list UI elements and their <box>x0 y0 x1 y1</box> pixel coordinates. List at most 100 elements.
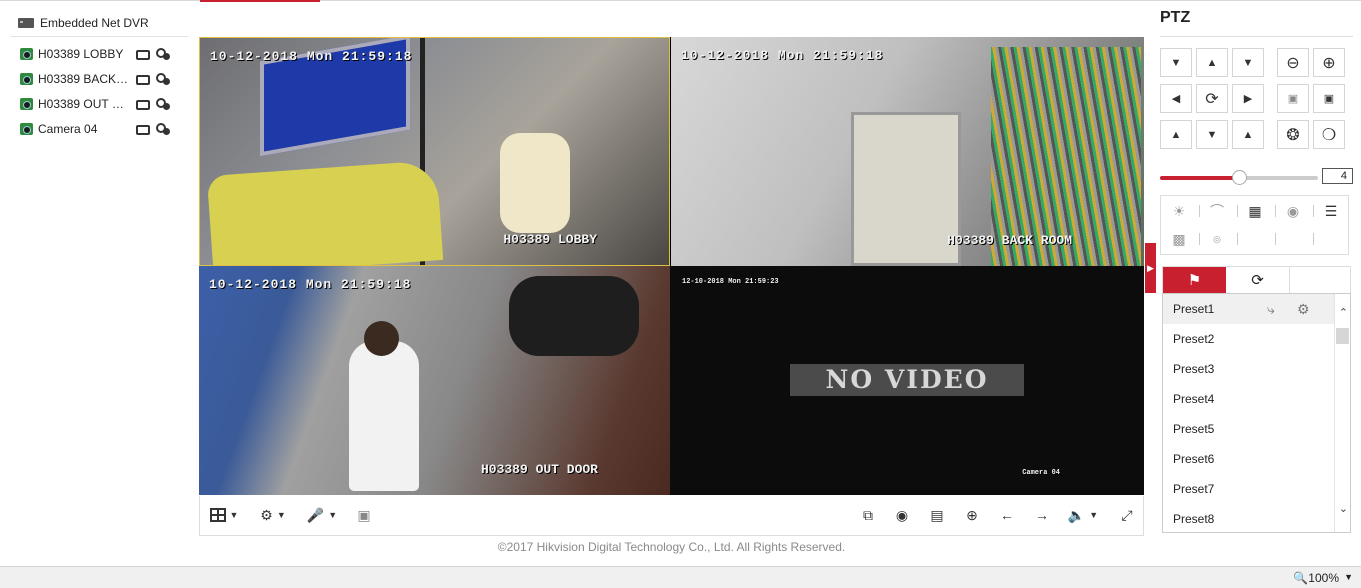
video-tile-out-door[interactable]: 10-12-2018 Mon 21:59:18 H03389 OUT DOOR <box>199 266 670 495</box>
camera-label: H03389 OUT DOOR <box>38 97 130 111</box>
list-item[interactable]: Preset8 <box>1163 504 1335 532</box>
ptz-speed-handle[interactable] <box>1232 170 1247 185</box>
record-all-button[interactable]: ▤ <box>925 505 949 525</box>
outdoor-scene-bike <box>509 276 639 356</box>
preset-scrollbar[interactable]: ⌃ ⌄ <box>1334 294 1350 532</box>
stream-type-icon[interactable] <box>156 48 170 60</box>
digital-zoom-button[interactable]: ⊕ <box>960 505 984 525</box>
3d-zoom-button[interactable]: ◎ <box>1199 226 1235 252</box>
stream-type-icon[interactable] <box>156 73 170 85</box>
arrow-left-icon: ◀ <box>1171 93 1181 105</box>
record-icon[interactable] <box>136 125 150 135</box>
focus-far-button[interactable]: ▣ <box>1313 84 1345 113</box>
focus-near-button[interactable]: ▣ <box>1277 84 1309 113</box>
browser-status-bar: 🔍100% ▼ <box>0 566 1361 588</box>
stop-all-icon: ⧉ <box>863 506 873 523</box>
ptz-right-button[interactable]: ▶ <box>1232 84 1264 113</box>
preset-name: Preset3 <box>1173 362 1215 376</box>
camera-item-lobby[interactable]: H03389 LOBBY <box>20 45 180 63</box>
manual-track-button[interactable]: ▩ <box>1161 226 1197 252</box>
preset-name: Preset1 <box>1173 302 1215 316</box>
stream-type-button[interactable]: ⚙ ▼ <box>255 505 291 525</box>
zoom-in-button[interactable]: ⊕ <box>1313 48 1345 77</box>
video-wall-button[interactable]: ▣ <box>353 505 375 525</box>
wiper-button[interactable]: ⌒ <box>1199 198 1235 224</box>
camera-item-back-room[interactable]: H03389 BACK ROOM <box>20 70 180 88</box>
ptz-down-right-button[interactable]: ▲ <box>1232 120 1264 149</box>
auto-scan-button[interactable]: ⟳ <box>1196 84 1228 113</box>
video-timestamp: 10-12-2018 Mon 21:59:18 <box>681 48 884 63</box>
chevron-down-icon[interactable]: ⌄ <box>1339 502 1348 515</box>
record-icon[interactable] <box>136 100 150 110</box>
fullscreen-button[interactable]: ⤢ <box>1115 505 1139 525</box>
stop-all-button[interactable]: ⧉ <box>856 505 880 525</box>
record-icon[interactable] <box>136 75 150 85</box>
previous-page-button[interactable]: ← <box>995 505 1019 525</box>
gear-icon[interactable]: ⚙ <box>1297 294 1310 324</box>
stream-type-icon[interactable] <box>156 123 170 135</box>
track-icon: ▩ <box>1172 230 1186 247</box>
ptz-left-button[interactable]: ◀ <box>1160 84 1192 113</box>
list-item[interactable]: Preset5 <box>1163 414 1335 444</box>
chevron-up-icon[interactable]: ⌃ <box>1339 306 1348 319</box>
iris-open-button[interactable]: ❍ <box>1313 120 1345 149</box>
volume-button[interactable]: 🔈 ▼ <box>1066 505 1100 525</box>
list-item[interactable]: Preset1 ⤷ ⚙ <box>1163 294 1335 324</box>
preset-name: Preset8 <box>1173 512 1215 526</box>
video-tile-camera-04[interactable]: 12-10-2018 Mon 21:59:23 NO VIDEO Camera … <box>670 266 1144 495</box>
video-channel-name: H03389 OUT DOOR <box>480 462 598 477</box>
ptz-speed-slider[interactable] <box>1160 170 1318 185</box>
list-item[interactable]: Preset6 <box>1163 444 1335 474</box>
video-timestamp: 10-12-2018 Mon 21:59:18 <box>209 277 412 292</box>
next-page-button[interactable]: → <box>1030 505 1054 525</box>
caret-down-icon[interactable]: ▼ <box>1344 572 1353 582</box>
ptz-down-left-button[interactable]: ▲ <box>1160 120 1192 149</box>
call-preset-icon[interactable]: ⤷ <box>1267 294 1275 324</box>
outdoor-scene-person <box>349 341 419 491</box>
video-tile-lobby[interactable]: 10-12-2018 Mon 21:59:18 H03389 LOBBY <box>199 37 670 266</box>
capture-button[interactable]: ◉ <box>890 505 914 525</box>
live-view-grid: 10-12-2018 Mon 21:59:18 H03389 LOBBY 10-… <box>199 37 1144 495</box>
arrow-down-right-icon: ▲ <box>1242 128 1254 141</box>
preset-name: Preset2 <box>1173 332 1215 346</box>
ptz-up-button[interactable]: ▲ <box>1196 48 1228 77</box>
monitor-icon: ▣ <box>357 506 371 523</box>
list-item[interactable]: Preset4 <box>1163 384 1335 414</box>
video-timestamp: 10-12-2018 Mon 21:59:18 <box>210 49 413 64</box>
zoom-level[interactable]: 🔍100% <box>1293 571 1339 585</box>
ptz-up-right-button[interactable]: ▼ <box>1232 48 1264 77</box>
light-button[interactable]: ☀ <box>1161 198 1197 224</box>
lens-init-button[interactable]: ◉ <box>1275 198 1311 224</box>
aux-divider <box>1313 233 1314 245</box>
audio-talk-button[interactable]: 🎤 ▼ <box>304 505 340 525</box>
tab-patrol[interactable]: ⟳ <box>1226 267 1289 293</box>
window-layout-button[interactable]: ▼ <box>206 505 242 525</box>
camera-item-camera-04[interactable]: Camera 04 <box>20 120 180 138</box>
zoom-out-button[interactable]: ⊖ <box>1277 48 1309 77</box>
tab-preset[interactable]: ⚑ <box>1163 267 1226 293</box>
arrow-right-icon: ▶ <box>1243 93 1253 105</box>
auxiliary-focus-button[interactable]: ▦ <box>1237 198 1273 224</box>
video-tile-back-room[interactable]: 10-12-2018 Mon 21:59:18 H03389 BACK ROOM <box>671 37 1144 266</box>
zoom-in-icon: ⊕ <box>1322 54 1336 72</box>
stream-type-icon[interactable] <box>156 98 170 110</box>
iris-close-button[interactable]: ❂ <box>1277 120 1309 149</box>
tab-pattern[interactable] <box>1289 267 1350 293</box>
volume-mute-icon: 🔈 <box>1067 506 1086 523</box>
camera-icon <box>20 48 33 60</box>
collapse-ptz-handle[interactable]: ▶ <box>1145 243 1156 293</box>
list-item[interactable]: Preset2 <box>1163 324 1335 354</box>
microphone-icon: 🎤 <box>306 506 325 523</box>
dvr-node[interactable]: Embedded Net DVR <box>18 14 149 32</box>
device-tree: Embedded Net DVR H03389 LOBBY H03389 BAC… <box>0 0 190 560</box>
ptz-down-button[interactable]: ▼ <box>1196 120 1228 149</box>
list-item[interactable]: Preset7 <box>1163 474 1335 504</box>
ptz-up-left-button[interactable]: ▼ <box>1160 48 1192 77</box>
scrollbar-thumb[interactable] <box>1336 328 1349 344</box>
patrol-cycle-icon: ⟳ <box>1251 272 1264 289</box>
camera-item-out-door[interactable]: H03389 OUT DOOR <box>20 95 180 113</box>
record-icon[interactable] <box>136 50 150 60</box>
list-item[interactable]: Preset3 <box>1163 354 1335 384</box>
zoom-in-icon: ⊕ <box>966 506 978 523</box>
more-menu-button[interactable]: ☰ <box>1313 198 1349 224</box>
